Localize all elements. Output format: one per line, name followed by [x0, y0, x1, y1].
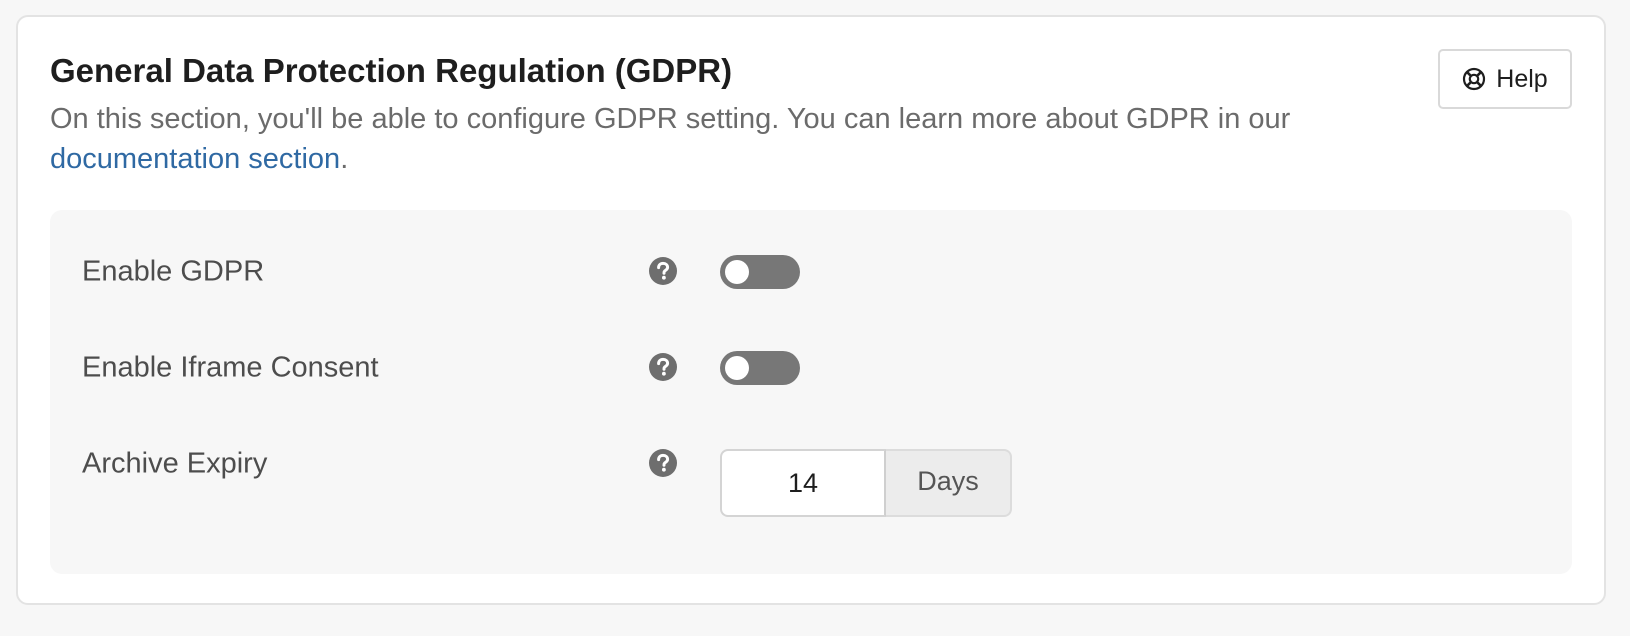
enable-gdpr-label: Enable GDPR	[82, 255, 265, 288]
gdpr-settings-card: General Data Protection Regulation (GDPR…	[16, 15, 1606, 605]
enable-iframe-consent-toggle[interactable]	[720, 351, 800, 385]
question-circle-icon[interactable]	[648, 256, 678, 286]
toggle-knob	[725, 260, 749, 284]
lifebuoy-icon	[1462, 67, 1486, 91]
help-button[interactable]: Help	[1438, 49, 1572, 109]
settings-panel: Enable GDPR Enable Iframe Consent Archiv…	[50, 210, 1572, 574]
archive-expiry-input-group: Days	[720, 449, 1012, 517]
description-suffix: .	[340, 143, 349, 175]
toggle-knob	[725, 356, 749, 380]
enable-iframe-consent-label: Enable Iframe Consent	[82, 351, 379, 384]
archive-expiry-unit: Days	[886, 449, 1012, 517]
help-button-label: Help	[1496, 64, 1548, 93]
section-title: General Data Protection Regulation (GDPR…	[50, 52, 733, 89]
question-circle-icon[interactable]	[648, 448, 678, 478]
setting-row-archive-expiry: Archive Expiry Days	[50, 434, 1572, 517]
setting-row-enable-gdpr: Enable GDPR	[50, 242, 1572, 302]
archive-expiry-label: Archive Expiry	[82, 447, 268, 480]
documentation-link[interactable]: documentation section	[50, 143, 340, 175]
archive-expiry-input[interactable]	[720, 449, 886, 517]
enable-gdpr-toggle[interactable]	[720, 255, 800, 289]
section-description: On this section, you'll be able to confi…	[50, 99, 1410, 179]
description-text: On this section, you'll be able to confi…	[50, 103, 1291, 135]
setting-row-enable-iframe-consent: Enable Iframe Consent	[50, 338, 1572, 398]
question-circle-icon[interactable]	[648, 352, 678, 382]
